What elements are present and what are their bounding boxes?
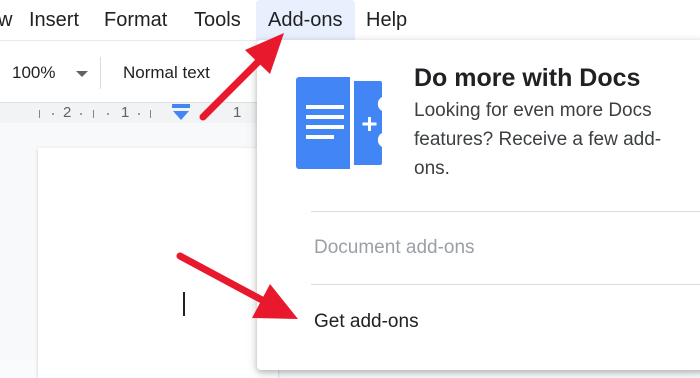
menu-insert[interactable]: Insert bbox=[29, 0, 79, 40]
indent-marker-icon[interactable] bbox=[171, 103, 191, 121]
get-add-ons-item[interactable]: Get add-ons bbox=[314, 311, 419, 333]
document-page[interactable] bbox=[38, 148, 278, 378]
ruler-tick bbox=[39, 110, 40, 118]
ruler-number: 1 bbox=[121, 104, 130, 121]
add-ons-menu: Do more with Docs Looking for even more … bbox=[257, 40, 700, 370]
chevron-down-icon[interactable] bbox=[76, 71, 88, 77]
ruler-dot bbox=[107, 113, 109, 115]
ruler-number: 2 bbox=[63, 104, 72, 121]
menu-help[interactable]: Help bbox=[366, 0, 407, 40]
ruler-tick bbox=[150, 110, 151, 118]
ruler-dot bbox=[80, 113, 82, 115]
promo-description: Looking for even more Docs features? Rec… bbox=[414, 100, 662, 179]
ruler-dot bbox=[52, 113, 54, 115]
menu-format[interactable]: Format bbox=[104, 0, 167, 40]
text-cursor bbox=[183, 292, 185, 316]
menu-add-ons[interactable]: Add-ons bbox=[256, 0, 355, 40]
menu-bar: w Insert Format Tools Add-ons Help bbox=[0, 0, 700, 40]
promo-title: Do more with Docs bbox=[414, 64, 641, 92]
menu-divider bbox=[311, 211, 700, 212]
add-ons-puzzle-icon bbox=[296, 77, 392, 169]
ruler-tick bbox=[93, 110, 94, 118]
document-add-ons-item: Document add-ons bbox=[314, 237, 475, 258]
zoom-select[interactable]: 100% bbox=[12, 63, 55, 83]
menu-view[interactable]: w bbox=[0, 0, 12, 40]
menu-tools[interactable]: Tools bbox=[194, 0, 241, 40]
ruler-number: 1 bbox=[233, 104, 242, 121]
toolbar-divider bbox=[100, 57, 101, 89]
paragraph-style-select[interactable]: Normal text bbox=[123, 63, 210, 83]
ruler-dot bbox=[138, 113, 140, 115]
menu-divider bbox=[311, 284, 700, 285]
